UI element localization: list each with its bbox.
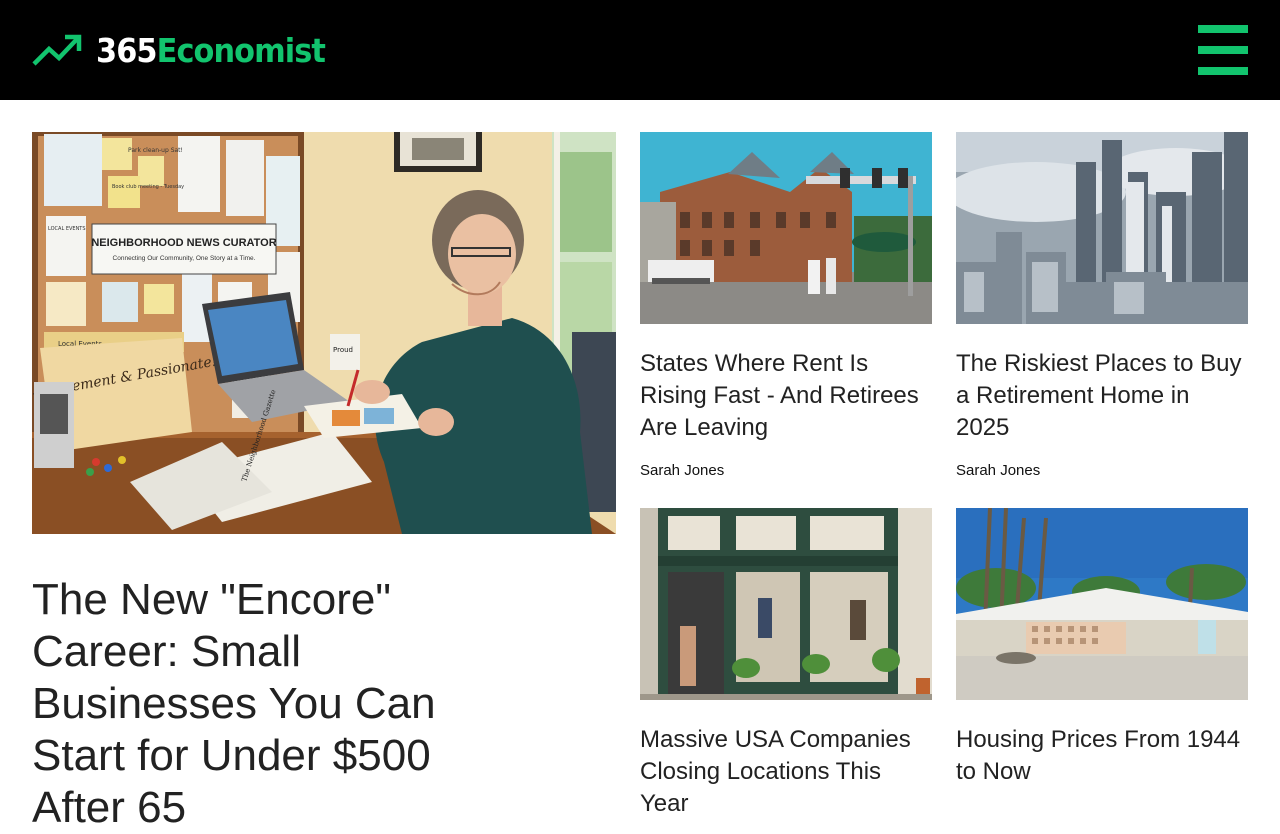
house-photo	[956, 508, 1248, 700]
site-title-number: 365	[96, 30, 158, 70]
article-author[interactable]: Sarah Jones	[640, 462, 932, 479]
article-card: The Riskiest Places to Buy a Retirement …	[956, 132, 1248, 479]
mug-text: Proud	[333, 346, 353, 354]
article-card: States Where Rent Is Rising Fast - And R…	[640, 132, 932, 479]
article-title[interactable]: The Riskiest Places to Buy a Retirement …	[956, 348, 1248, 444]
featured-article: NEIGHBORHOOD NEWS CURATOR Connecting Our…	[32, 132, 616, 834]
board-subtitle-text: Connecting Our Community, One Story at a…	[113, 255, 256, 262]
article-image[interactable]	[956, 508, 1248, 700]
street-photo	[640, 132, 932, 324]
site-header: 365Economist	[0, 0, 1280, 100]
site-title-name: Economist	[156, 30, 326, 70]
menu-bar	[1198, 46, 1248, 54]
article-grid: NEIGHBORHOOD NEWS CURATOR Connecting Our…	[0, 100, 1280, 832]
article-author[interactable]: Sarah Jones	[956, 462, 1248, 479]
note-park-text: Park clean-up Sat!	[128, 147, 183, 154]
featured-article-photo: NEIGHBORHOOD NEWS CURATOR Connecting Our…	[32, 132, 616, 534]
article-image[interactable]	[956, 132, 1248, 324]
local-events-tag: LOCAL EVENTS	[48, 226, 86, 232]
article-card: Massive USA Companies Closing Locations …	[640, 508, 932, 820]
hamburger-menu-icon[interactable]	[1198, 25, 1248, 75]
board-title-text: NEIGHBORHOOD NEWS CURATOR	[91, 237, 276, 249]
site-logo[interactable]: 365Economist	[32, 33, 345, 67]
article-image[interactable]	[640, 508, 932, 700]
trending-up-icon	[32, 34, 82, 66]
menu-bar	[1198, 67, 1248, 75]
featured-article-image[interactable]: NEIGHBORHOOD NEWS CURATOR Connecting Our…	[32, 132, 616, 534]
menu-bar	[1198, 25, 1248, 33]
article-title[interactable]: States Where Rent Is Rising Fast - And R…	[640, 348, 932, 444]
site-title: 365Economist	[96, 30, 326, 70]
article-title[interactable]: Housing Prices From 1944 to Now	[956, 724, 1248, 788]
city-skyline-photo	[956, 132, 1248, 324]
note-book-text: Book club meeting - Tuesday	[112, 184, 184, 190]
storefront-photo	[640, 508, 932, 700]
article-title[interactable]: Massive USA Companies Closing Locations …	[640, 724, 932, 820]
featured-article-title[interactable]: The New "Encore" Career: Small Businesse…	[32, 574, 472, 834]
article-card: Housing Prices From 1944 to Now	[956, 508, 1248, 788]
article-image[interactable]	[640, 132, 932, 324]
